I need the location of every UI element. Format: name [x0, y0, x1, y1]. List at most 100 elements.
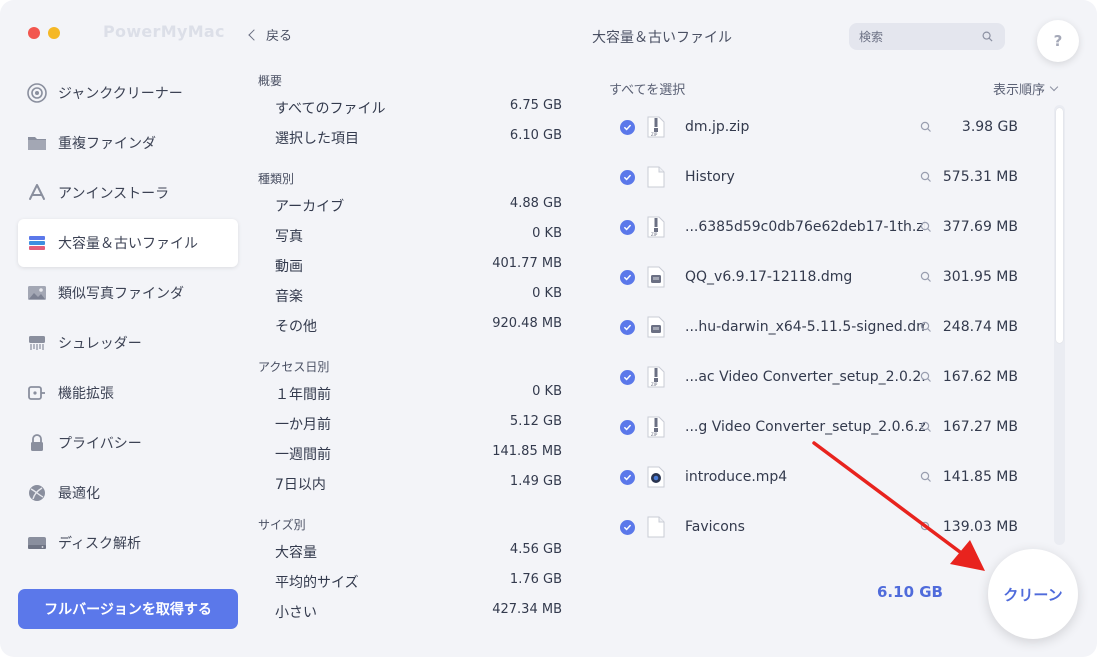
stat-value: 427.34 MB [492, 602, 562, 617]
stat-value: 0 KB [532, 226, 562, 241]
stat-label: 一か月前 [275, 417, 331, 433]
stat-value: 6.75 GB [509, 98, 562, 113]
stat-value: 5.12 GB [509, 414, 562, 429]
checkbox[interactable] [620, 269, 635, 285]
stat-value: 6.10 GB [509, 128, 562, 143]
checkbox[interactable] [620, 319, 635, 335]
stat-label: アーカイブ [275, 199, 345, 215]
sidebar-item-duplicate-finder[interactable]: 重複ファインダ [18, 119, 238, 167]
select-all-toggle[interactable]: すべてを選択 [609, 79, 685, 98]
file-row[interactable]: introduce.mp4 141.85 MB [620, 462, 1020, 492]
sidebar-item-large-old-files[interactable]: 大容量＆古いファイル [18, 219, 238, 267]
minimize-window-button[interactable] [48, 27, 60, 39]
file-row[interactable]: ZIP ...ac Video Converter_setup_2.0.2.zip… [620, 362, 1020, 392]
magnifier-icon[interactable] [920, 471, 932, 483]
sidebar-item-extensions[interactable]: 機能拡張 [18, 369, 238, 417]
stat-value: 4.88 GB [509, 196, 562, 211]
checkmark-icon [624, 224, 631, 231]
plugin-icon [26, 382, 48, 404]
scrollbar-thumb[interactable] [1056, 108, 1063, 343]
selected-total: 6.10 GB [877, 583, 943, 601]
stat-row[interactable]: その他 920.48 MB [275, 316, 562, 336]
file-row[interactable]: ZIP ...g Video Converter_setup_2.0.6.zip 1… [620, 412, 1020, 442]
stat-row[interactable]: 一か月前 5.12 GB [275, 414, 562, 434]
file-row[interactable]: ZIP ...6385d59c0db76e62deb17-1th.zip 377.6… [620, 212, 1020, 242]
checkbox[interactable] [620, 369, 635, 385]
file-name: QQ_v6.9.17-12118.dmg [685, 269, 853, 285]
stat-value: 401.77 MB [492, 256, 562, 271]
stat-row[interactable]: 写真 0 KB [275, 226, 562, 246]
optimize-icon [26, 482, 48, 504]
checkmark-icon [624, 124, 631, 131]
stat-value: 141.85 MB [492, 444, 562, 459]
section-heading-access: アクセス日別 [258, 360, 330, 374]
help-button[interactable]: ? [1037, 20, 1079, 62]
sidebar-item-optimize[interactable]: 最適化 [18, 469, 238, 517]
sidebar-item-junk-cleaner[interactable]: ジャンククリーナー [18, 69, 238, 117]
checkbox[interactable] [620, 519, 635, 535]
sidebar-item-label: 機能拡張 [58, 386, 114, 402]
checkbox[interactable] [620, 419, 635, 435]
clean-button[interactable]: クリーン [988, 549, 1078, 639]
sort-dropdown[interactable]: 表示順序 [993, 79, 1059, 98]
file-size: 377.69 MB [942, 219, 1018, 235]
svg-text:ZIP: ZIP [651, 382, 658, 387]
sort-label: 表示順序 [993, 83, 1046, 98]
stat-label: その他 [275, 319, 317, 335]
sidebar-item-label: 類似写真ファインダ [58, 286, 184, 302]
checkbox[interactable] [620, 469, 635, 485]
magnifier-icon[interactable] [920, 321, 932, 333]
magnifier-icon[interactable] [920, 271, 932, 283]
file-row[interactable]: Favicons 139.03 MB [620, 512, 1020, 542]
file-row[interactable]: QQ_v6.9.17-12118.dmg 301.95 MB [620, 262, 1020, 292]
get-full-version-button[interactable]: フルバージョンを取得する [18, 589, 238, 629]
svg-text:ZIP: ZIP [651, 232, 658, 237]
stat-label: 音楽 [275, 289, 303, 305]
stat-row[interactable]: 一週間前 141.85 MB [275, 444, 562, 464]
stat-label: 一週間前 [275, 447, 331, 463]
file-size: 167.62 MB [942, 369, 1018, 385]
sidebar-item-uninstaller[interactable]: アンインストーラ [18, 169, 238, 217]
sidebar-item-similar-photo-finder[interactable]: 類似写真ファインダ [18, 269, 238, 317]
stat-row[interactable]: 動画 401.77 MB [275, 256, 562, 276]
checkmark-icon [624, 474, 631, 481]
stat-row[interactable]: 7日以内 1.49 GB [275, 474, 562, 494]
back-button[interactable]: 戻る [248, 25, 293, 44]
back-label: 戻る [266, 29, 293, 44]
archive-box-icon [26, 232, 48, 254]
close-window-button[interactable] [28, 27, 40, 39]
stat-row[interactable]: 小さい 427.34 MB [275, 602, 562, 622]
sidebar-item-label: シュレッダー [58, 336, 142, 352]
magnifier-icon[interactable] [920, 121, 932, 133]
app-window: PowerMyMac 戻る 大容量＆古いファイル ? ジャンククリーナー 重複フ… [0, 0, 1097, 657]
checkmark-icon [624, 274, 631, 281]
magnifier-icon[interactable] [920, 221, 932, 233]
sidebar-item-shredder[interactable]: シュレッダー [18, 319, 238, 367]
magnifier-icon[interactable] [920, 521, 932, 533]
video-file-icon [647, 466, 665, 488]
magnifier-icon[interactable] [920, 171, 932, 183]
target-icon [26, 82, 48, 104]
sidebar-item-label: 最適化 [58, 486, 100, 502]
checkbox[interactable] [620, 219, 635, 235]
magnifier-icon[interactable] [920, 421, 932, 433]
checkbox[interactable] [620, 169, 635, 185]
stat-label: 大容量 [275, 545, 317, 561]
sidebar-item-label: 大容量＆古いファイル [58, 236, 198, 252]
file-row[interactable]: ...hu-darwin_x64-5.11.5-signed.dmg 248.74… [620, 312, 1020, 342]
sidebar-item-privacy[interactable]: プライバシー [18, 419, 238, 467]
file-name: ...g Video Converter_setup_2.0.6.zip [685, 419, 925, 435]
stat-row[interactable]: 平均的サイズ 1.76 GB [275, 572, 562, 592]
stat-label: 写真 [275, 229, 303, 245]
stat-value: 0 KB [532, 384, 562, 399]
checkbox[interactable] [620, 119, 635, 135]
apps-icon [26, 182, 48, 204]
stat-row[interactable]: 大容量 4.56 GB [275, 542, 562, 562]
stat-row[interactable]: １年間前 0 KB [275, 384, 562, 404]
magnifier-icon[interactable] [920, 371, 932, 383]
stat-row[interactable]: アーカイブ 4.88 GB [275, 196, 562, 216]
file-row[interactable]: History 575.31 MB [620, 162, 1020, 192]
file-row[interactable]: ZIP dm.jp.zip 3.98 GB [620, 112, 1020, 142]
stat-row[interactable]: 音楽 0 KB [275, 286, 562, 306]
sidebar-item-disk-analyzer[interactable]: ディスク解析 [18, 519, 238, 567]
